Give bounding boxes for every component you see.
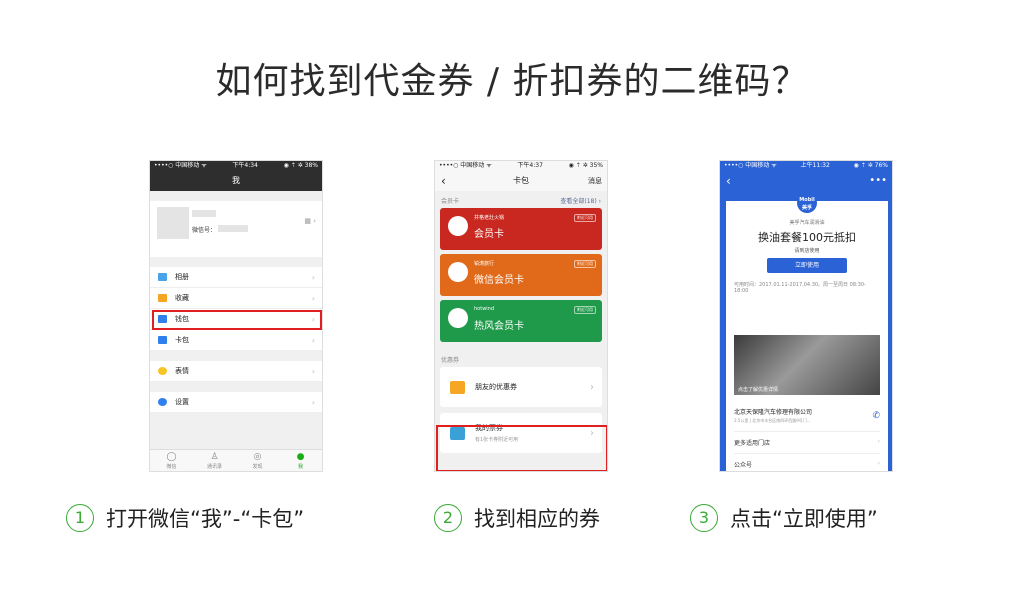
chevron-right-icon: › xyxy=(311,397,315,407)
shop-address: 3.5公里 | 北京市丰台区南四环西路9号门... xyxy=(734,418,811,423)
phone-screenshot-me-tab: ••••○ 中国移动 ᯤ 下午4:34 ◉ ⇡ ✲ 38% 我 微信号： ▦ ›… xyxy=(149,160,323,472)
menu-item-label: 设置 xyxy=(175,398,189,406)
official-account-row[interactable]: 公众号 › xyxy=(734,453,880,469)
chevron-right-icon: › xyxy=(311,272,315,282)
status-bar: ••••○ 中国移动 ᯤ 下午4:34 ◉ ⇡ ✲ 38% xyxy=(150,161,322,171)
nickname-placeholder xyxy=(192,210,216,217)
page-title: 如何找到代金券 / 折扣券的二维码？ xyxy=(215,61,809,102)
menu-group: 设置 › xyxy=(150,392,322,413)
step-number: 1 xyxy=(66,504,94,532)
chevron-right-icon: › xyxy=(877,438,880,445)
chevron-right-icon: › xyxy=(590,381,594,393)
emoji-icon xyxy=(158,367,167,375)
album-icon xyxy=(158,273,167,281)
nav-bar: 我 xyxy=(150,171,322,191)
step-number: 3 xyxy=(690,504,718,532)
messages-link[interactable]: 消息 xyxy=(588,171,602,191)
phone-icon[interactable]: ✆ xyxy=(872,411,880,421)
carrier-label: ••••○ 中国移动 ᯤ xyxy=(154,162,207,169)
menu-group: 相册 › 收藏 › 钱包 › 卡包 › xyxy=(150,267,322,351)
step-text: 找到相应的券 xyxy=(474,507,600,531)
back-icon[interactable]: ‹ xyxy=(726,171,731,191)
gear-icon xyxy=(158,398,167,406)
coupon-brand: 美孚汽车润滑油 xyxy=(789,220,825,226)
brand-logo-icon xyxy=(448,308,468,328)
more-shops-row[interactable]: 更多适用门店 › xyxy=(734,431,880,447)
chevron-right-icon: › xyxy=(311,335,315,345)
menu-item-label: 卡包 xyxy=(175,336,189,344)
menu-item-emoji[interactable]: 表情 › xyxy=(150,361,322,382)
favorites-icon xyxy=(158,294,167,302)
member-card[interactable]: hotwind 热风会员卡 附近可用 xyxy=(440,300,602,342)
member-card[interactable]: 铂涛旅行 微信会员卡 附近可用 xyxy=(440,254,602,296)
highlight-box xyxy=(436,425,607,471)
chat-bubble-icon: ◯ xyxy=(166,452,177,462)
brand-logo-icon xyxy=(448,216,468,236)
brand-logo-icon xyxy=(448,262,468,282)
step-3: 3 点击“立即使用” xyxy=(690,503,878,533)
qr-code-icon[interactable]: ▦ › xyxy=(304,217,316,225)
view-all-link[interactable]: 查看全部(18) › xyxy=(560,196,601,205)
chevron-right-icon: › xyxy=(311,293,315,303)
status-bar: ••••○ 中国移动 ᯤ 上午11:32 ◉ ⇡ ✲ 76% xyxy=(720,161,892,171)
use-now-button[interactable]: 立即使用 xyxy=(767,258,847,273)
tab-chats[interactable]: ◯ 微信 xyxy=(150,450,193,471)
coupon-icon xyxy=(450,380,465,394)
nav-bar: ‹ 卡包 消息 xyxy=(435,171,607,191)
phone-screenshot-coupon-detail: ••••○ 中国移动 ᯤ 上午11:32 ◉ ⇡ ✲ 76% ‹ ••• Mob… xyxy=(719,160,893,472)
wechat-id-label: 微信号： xyxy=(192,227,217,234)
card-wallet-icon xyxy=(158,336,167,344)
section-header: 优惠券 xyxy=(441,357,460,364)
back-icon[interactable]: ‹ xyxy=(441,171,446,191)
promo-image[interactable]: 点击了解优惠详情 xyxy=(734,335,880,395)
coupon-title: 换油套餐100元抵扣 xyxy=(758,231,856,244)
clock-label: 下午4:34 xyxy=(232,162,258,169)
avatar xyxy=(157,207,189,239)
member-card[interactable]: 井格老灶火锅 会员卡 附近可用 xyxy=(440,208,602,250)
menu-item-album[interactable]: 相册 › xyxy=(150,267,322,288)
coupon-subtitle: 请到店使用 xyxy=(794,248,820,254)
step-text: 打开微信“我”-“卡包” xyxy=(106,507,305,531)
coupon-card: Mobil 美孚 美孚汽车润滑油 换油套餐100元抵扣 请到店使用 立即使用 可… xyxy=(726,193,888,471)
shop-name[interactable]: 北京天保隆汽车修理有限公司 xyxy=(734,407,812,416)
nav-bar: ‹ ••• xyxy=(720,171,892,195)
highlight-box xyxy=(152,310,322,330)
step-2: 2 找到相应的券 xyxy=(434,503,600,533)
menu-item-settings[interactable]: 设置 › xyxy=(150,392,322,413)
image-caption: 点击了解优惠详情 xyxy=(738,387,779,393)
step-number: 2 xyxy=(434,504,462,532)
menu-item-label: 收藏 xyxy=(175,294,189,302)
nav-title: 卡包 xyxy=(513,176,529,185)
chevron-right-icon: › xyxy=(311,366,315,376)
friends-coupons-item[interactable]: 朋友的优惠券 › xyxy=(440,367,602,407)
nav-title: 我 xyxy=(232,176,240,185)
contacts-icon: ♙ xyxy=(210,452,219,462)
tab-discover[interactable]: ◎ 发现 xyxy=(236,450,279,471)
menu-item-cards[interactable]: 卡包 › xyxy=(150,330,322,351)
menu-item-label: 表情 xyxy=(175,367,189,375)
step-1: 1 打开微信“我”-“卡包” xyxy=(66,503,304,533)
valid-time: 可用时间：2017.01.11-2017.04.30。周一至周日 08:30-1… xyxy=(734,282,866,294)
mobil-logo: Mobil 美孚 xyxy=(797,193,817,213)
menu-item-label: 相册 xyxy=(175,273,189,281)
tab-contacts[interactable]: ♙ 通讯录 xyxy=(193,450,236,471)
profile-card[interactable]: 微信号： ▦ › xyxy=(150,201,322,257)
person-icon: ● xyxy=(296,452,305,462)
menu-item-favorites[interactable]: 收藏 › xyxy=(150,288,322,309)
nearby-badge: 附近可用 xyxy=(574,260,596,268)
nearby-badge: 附近可用 xyxy=(574,306,596,314)
chevron-right-icon: › xyxy=(877,460,880,467)
phone-screenshot-card-wallet: ••••○ 中国移动 ᯤ 下午4:37 ◉ ⇡ ✲ 35% ‹ 卡包 消息 会员… xyxy=(434,160,608,472)
section-header: 会员卡 查看全部(18) › xyxy=(441,196,601,205)
compass-icon: ◎ xyxy=(253,452,262,462)
tab-me[interactable]: ● 我 xyxy=(279,450,322,471)
status-bar: ••••○ 中国移动 ᯤ 下午4:37 ◉ ⇡ ✲ 35% xyxy=(435,161,607,171)
more-icon[interactable]: ••• xyxy=(869,171,887,191)
wechat-id-placeholder xyxy=(218,225,248,232)
step-text: 点击“立即使用” xyxy=(730,507,878,531)
menu-group: 表情 › xyxy=(150,361,322,382)
nearby-badge: 附近可用 xyxy=(574,214,596,222)
tab-bar: ◯ 微信 ♙ 通讯录 ◎ 发现 ● 我 xyxy=(150,449,322,471)
battery-label: ◉ ⇡ ✲ 38% xyxy=(283,162,318,169)
